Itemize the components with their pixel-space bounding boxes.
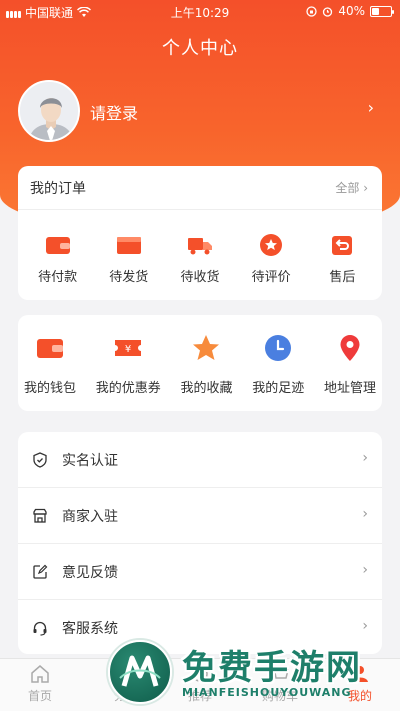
tool-history[interactable]: 我的足迹 [252,315,304,396]
page-title: 个人中心 [162,38,238,59]
watermark-title: 免费手游网 [182,648,362,688]
package-icon [116,237,141,254]
alarm-icon [323,6,333,17]
edit-icon [33,564,48,579]
order-pending-payment[interactable]: 待付款 [25,210,91,285]
battery-icon [370,5,394,17]
order-pending-receipt[interactable]: 待收货 [167,210,233,285]
chevron-right-icon: › [362,506,368,522]
watermark-m-logo-icon [119,655,161,687]
shield-check-icon [33,451,47,468]
watermark-subtitle: MIANFEISHOUYOUWANG [182,686,352,699]
orders-card: 我的订单 全部 › 待付款 待发货 待收货 待评价 售后 [18,166,382,300]
store-icon [33,508,47,523]
wallet-icon [45,237,70,254]
watermark-logo [108,640,172,704]
chevron-right-icon: › [362,450,368,466]
tab-home[interactable]: 首页 [0,659,80,711]
chevron-right-icon: › [362,562,368,578]
menu-item-merchant[interactable]: 商家入驻 › [18,488,382,544]
orders-title: 我的订单 [30,180,86,197]
status-bar: 中国联通 上午10:29 40% [0,0,400,22]
clock-icon [265,335,292,361]
menu-card: 实名认证 › 商家入驻 › 意见反馈 › 客服系统 › [18,432,382,654]
star-icon [193,335,220,360]
battery-percent: 40% [338,4,365,18]
watermark: 免费手游网 MIANFEISHOUYOUWANG [108,640,398,710]
chevron-right-icon[interactable]: › [368,98,374,117]
order-pending-review[interactable]: 待评价 [238,210,304,285]
tools-card: 我的钱包 ¥ 我的优惠券 我的收藏 我的足迹 地址管理 [18,315,382,411]
return-icon [332,236,353,255]
home-icon [31,665,49,683]
star-badge-icon [260,234,283,256]
orders-all-link[interactable]: 全部 › [335,179,368,196]
order-pending-shipment[interactable]: 待发货 [96,210,162,285]
menu-item-verification[interactable]: 实名认证 › [18,432,382,488]
login-link[interactable]: 请登录 [90,100,138,124]
truck-icon [187,238,212,255]
location-pin-icon [340,335,360,361]
lock-rotation-icon [306,5,317,17]
avatar[interactable] [18,80,80,142]
tool-wallet[interactable]: 我的钱包 [24,315,76,396]
chevron-right-icon: › [362,618,368,634]
tool-coupons[interactable]: ¥ 我的优惠券 [96,315,161,396]
coupon-icon: ¥ [115,340,142,356]
tool-address[interactable]: 地址管理 [324,315,376,396]
menu-item-feedback[interactable]: 意见反馈 › [18,544,382,600]
headset-icon [33,621,47,636]
svg-text:¥: ¥ [125,344,131,355]
order-after-sales[interactable]: 售后 [309,210,375,285]
tool-favorites[interactable]: 我的收藏 [180,315,232,396]
wallet-icon [37,339,63,358]
